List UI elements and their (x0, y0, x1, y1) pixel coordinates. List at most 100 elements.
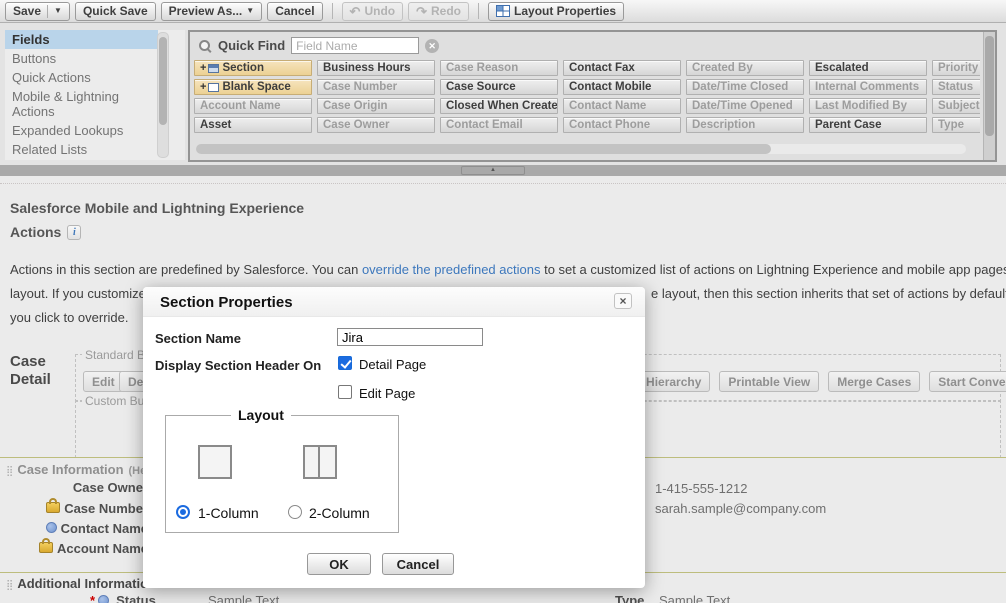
sidebar-item-mobile-lightning-actions[interactable]: Mobile & Lightning Actions (5, 87, 158, 121)
lock-icon (46, 502, 60, 513)
section-name-label: Section Name (155, 331, 241, 346)
additional-information-header: ⣿ Additional Information (6, 576, 156, 591)
override-predefined-actions-link[interactable]: override the predefined actions (362, 262, 541, 277)
palette-item[interactable]: Contact Phone (563, 117, 681, 133)
clear-search-icon[interactable]: ✕ (425, 39, 439, 53)
printable-view-button[interactable]: Printable View (719, 371, 819, 392)
layout-properties-button[interactable]: Layout Properties (488, 2, 624, 21)
palette-item[interactable]: Description (686, 117, 804, 133)
palette-vscrollbar-thumb[interactable] (985, 36, 994, 136)
status-field-row: * Status (90, 593, 156, 603)
dialog-header[interactable]: Section Properties × (143, 287, 645, 317)
two-column-radio[interactable] (288, 505, 302, 519)
palette-item[interactable]: Created By (686, 60, 804, 76)
palette-item[interactable]: Escalated (809, 60, 927, 76)
save-button[interactable]: Save ▼ (5, 2, 70, 21)
quick-find-label: Quick Find (218, 38, 285, 53)
required-icon: * (90, 593, 95, 603)
palette-item[interactable]: Type (932, 117, 980, 133)
palette-item[interactable]: Asset (194, 117, 312, 133)
palette-item[interactable]: Subject (932, 98, 980, 114)
palette-item[interactable]: Case Source (440, 79, 558, 95)
cancel-dialog-button[interactable]: Cancel (382, 553, 454, 575)
one-column-radio[interactable] (176, 505, 190, 519)
palette-item[interactable]: Contact Fax (563, 60, 681, 76)
field-label-case-number: Case Number (0, 501, 148, 516)
quick-save-button[interactable]: Quick Save (75, 2, 156, 21)
status-field-label: Status (116, 593, 156, 603)
palette-item[interactable]: Closed When Created (440, 98, 558, 114)
type-field-value: Sample Text (659, 593, 730, 603)
palette-item[interactable]: Case Origin (317, 98, 435, 114)
status-field-value: Sample Text (208, 593, 279, 603)
section-properties-dialog: Section Properties × Section Name Displa… (143, 287, 645, 588)
two-column-preview-icon (303, 445, 337, 479)
palette-item[interactable]: Business Hours (317, 60, 435, 76)
page-layout-editor: Save ▼ Quick Save Preview As... ▼ Cancel… (0, 0, 1006, 603)
actions-description-line2-right: e layout, then this section inherits tha… (651, 286, 1006, 301)
field-label-contact-name: Contact Name (0, 521, 148, 536)
redo-button[interactable]: ↷ Redo (408, 2, 469, 21)
palette-item[interactable]: Contact Name (563, 98, 681, 114)
edit-page-checkbox[interactable] (338, 385, 352, 399)
section-name-input[interactable] (337, 328, 483, 346)
preview-as-button[interactable]: Preview As... ▼ (161, 2, 263, 21)
info-icon[interactable]: i (67, 225, 81, 240)
start-conversation-button[interactable]: Start Conversation (929, 371, 1006, 392)
case-detail-title-line2: Detail (10, 371, 51, 388)
quick-find-input[interactable] (291, 37, 419, 54)
drag-handle-icon[interactable]: ⣿ (6, 580, 13, 591)
field-dot-icon (46, 522, 57, 533)
palette-item[interactable]: Last Modified By (809, 98, 927, 114)
edit-button[interactable]: Edit (83, 371, 124, 392)
cancel-button[interactable]: Cancel (267, 2, 322, 21)
actions-description-line1: Actions in this section are predefined b… (10, 262, 1006, 277)
section-icon (208, 64, 219, 73)
sidebar-item-buttons[interactable]: Buttons (5, 49, 158, 68)
lock-icon (39, 542, 53, 553)
type-field-label: Type (615, 593, 644, 603)
field-dot-icon (98, 595, 109, 603)
palette-hscrollbar-thumb[interactable] (196, 144, 771, 154)
palette-item[interactable]: Contact Email (440, 117, 558, 133)
detail-page-checkbox[interactable] (338, 356, 352, 370)
collapse-palette-button[interactable]: ▲ (461, 166, 525, 175)
sidebar-item-fields[interactable]: Fields (5, 30, 158, 49)
palette-item[interactable]: Case Number (317, 79, 435, 95)
close-icon[interactable]: × (614, 293, 632, 309)
merge-cases-button[interactable]: Merge Cases (828, 371, 920, 392)
undo-icon: ↶ (350, 5, 361, 18)
save-split-divider (47, 5, 48, 18)
palette-item[interactable]: Account Name (194, 98, 312, 114)
case-detail-title-line1: Case (10, 353, 46, 370)
editor-toolbar: Save ▼ Quick Save Preview As... ▼ Cancel… (0, 0, 1006, 23)
sidebar-item-quick-actions[interactable]: Quick Actions (5, 68, 158, 87)
plus-icon: + (200, 62, 206, 74)
palette-item[interactable]: Parent Case (809, 117, 927, 133)
palette-item[interactable]: Case Owner (317, 117, 435, 133)
palette-item-blank-space[interactable]: + Blank Space (194, 79, 312, 95)
palette-item[interactable]: Date/Time Opened (686, 98, 804, 114)
save-dropdown-icon[interactable]: ▼ (54, 7, 62, 15)
field-label-case-owner: Case Owner (0, 480, 148, 495)
sidebar-item-related-lists[interactable]: Related Lists (5, 140, 158, 159)
edit-page-checkbox-label: Edit Page (359, 386, 415, 401)
sidebar-scrollbar-thumb[interactable] (159, 37, 167, 125)
layout-legend: Layout (231, 407, 291, 423)
undo-button[interactable]: ↶ Undo (342, 2, 404, 21)
palette-item[interactable]: Internal Comments (809, 79, 927, 95)
palette-category-list: Fields Buttons Quick Actions Mobile & Li… (5, 30, 185, 160)
field-value-phone: 1-415-555-1212 (655, 481, 748, 496)
redo-icon: ↷ (416, 5, 427, 18)
actions-description-line2-left: layout. If you customize t (10, 286, 153, 301)
palette-item[interactable]: Status (932, 79, 980, 95)
drag-handle-icon[interactable]: ⣿ (6, 466, 13, 477)
palette-item-section[interactable]: + Section (194, 60, 312, 76)
palette-item[interactable]: Priority (932, 60, 980, 76)
actions-heading: Actions i (10, 224, 81, 240)
palette-item[interactable]: Contact Mobile (563, 79, 681, 95)
palette-item[interactable]: Date/Time Closed (686, 79, 804, 95)
palette-item[interactable]: Case Reason (440, 60, 558, 76)
sidebar-item-expanded-lookups[interactable]: Expanded Lookups (5, 121, 158, 140)
ok-button[interactable]: OK (307, 553, 371, 575)
